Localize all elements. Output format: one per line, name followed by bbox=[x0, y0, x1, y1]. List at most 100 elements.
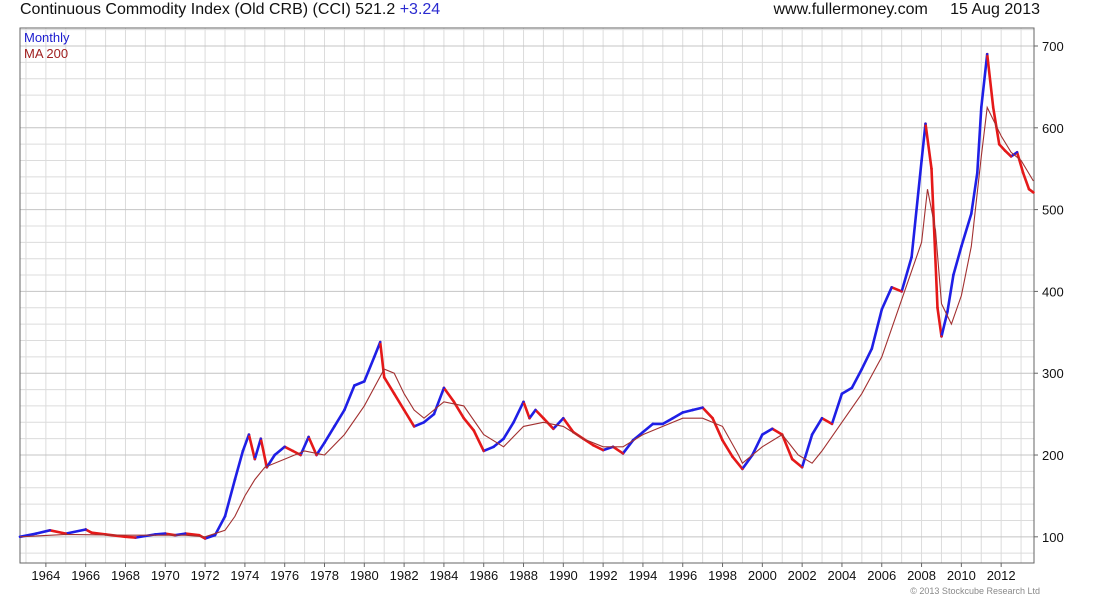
monthly-point bbox=[830, 422, 834, 426]
monthly-point bbox=[383, 376, 386, 379]
x-tick-label: 1982 bbox=[390, 568, 419, 583]
copyright: © 2013 Stockcube Research Ltd bbox=[910, 586, 1040, 596]
x-tick-label: 2012 bbox=[987, 568, 1016, 583]
monthly-segment bbox=[462, 416, 476, 432]
monthly-point bbox=[900, 290, 903, 293]
monthly-segment bbox=[402, 408, 416, 428]
monthly-segment bbox=[751, 433, 764, 457]
monthly-point bbox=[960, 245, 963, 248]
x-tick-label: 1992 bbox=[589, 568, 618, 583]
monthly-point bbox=[291, 449, 294, 453]
x-tick-label: 1978 bbox=[310, 568, 339, 583]
monthly-point bbox=[502, 437, 505, 440]
x-tick-label: 1994 bbox=[628, 568, 657, 583]
monthly-point bbox=[84, 528, 87, 531]
monthly-segment bbox=[392, 392, 406, 412]
monthly-point bbox=[860, 367, 863, 371]
monthly-segment bbox=[952, 245, 963, 277]
monthly-point bbox=[952, 273, 955, 277]
monthly-segment bbox=[253, 437, 263, 461]
monthly-point bbox=[307, 435, 310, 439]
monthly-segment bbox=[924, 122, 933, 170]
x-tick-label: 2010 bbox=[947, 568, 976, 583]
monthly-segment bbox=[760, 427, 774, 436]
y-tick-label: 600 bbox=[1042, 121, 1064, 136]
x-tick-label: 1974 bbox=[230, 568, 259, 583]
y-tick-label: 700 bbox=[1042, 39, 1064, 54]
monthly-point bbox=[273, 453, 276, 457]
monthly-point bbox=[800, 466, 804, 469]
monthly-point bbox=[323, 441, 326, 444]
monthly-point bbox=[641, 430, 645, 434]
monthly-point bbox=[850, 386, 854, 390]
monthly-point bbox=[343, 408, 346, 412]
monthly-point bbox=[840, 392, 844, 395]
monthly-segment bbox=[920, 122, 927, 162]
monthly-point bbox=[134, 536, 137, 539]
x-tick-label: 1966 bbox=[71, 568, 100, 583]
monthly-point bbox=[299, 453, 302, 457]
monthly-segment bbox=[432, 386, 446, 416]
monthly-point bbox=[791, 457, 794, 461]
x-tick-label: 1980 bbox=[350, 568, 379, 583]
monthly-segment bbox=[502, 420, 515, 441]
monthly-point bbox=[223, 515, 227, 518]
x-tick-label: 1976 bbox=[270, 568, 299, 583]
monthly-point bbox=[241, 449, 245, 453]
monthly-point bbox=[542, 417, 545, 420]
monthly-point bbox=[253, 457, 256, 461]
monthly-point bbox=[870, 347, 873, 350]
monthly-point bbox=[379, 340, 382, 344]
monthly-point bbox=[681, 411, 684, 414]
monthly-point bbox=[940, 335, 943, 338]
monthly-point bbox=[315, 453, 318, 457]
monthly-segment bbox=[223, 478, 237, 518]
monthly-segment bbox=[810, 416, 824, 436]
monthly-segment bbox=[241, 433, 251, 453]
monthly-point bbox=[592, 444, 595, 447]
x-tick-label: 2000 bbox=[748, 568, 777, 583]
monthly-segment bbox=[512, 400, 525, 424]
x-tick-label: 1988 bbox=[509, 568, 538, 583]
monthly-segment bbox=[870, 308, 884, 351]
monthly-point bbox=[363, 380, 366, 383]
monthly-point bbox=[992, 106, 995, 109]
monthly-point bbox=[402, 408, 406, 412]
monthly-point bbox=[528, 417, 531, 420]
monthly-segment bbox=[34, 528, 52, 535]
monthly-point bbox=[452, 400, 456, 403]
monthly-segment bbox=[960, 212, 973, 248]
monthly-segment bbox=[154, 532, 167, 536]
x-tick-label: 1968 bbox=[111, 568, 140, 583]
monthly-point bbox=[741, 467, 744, 471]
monthly-point bbox=[534, 408, 537, 412]
monthly-point bbox=[880, 308, 883, 311]
legend-ma200: MA 200 bbox=[24, 46, 69, 61]
monthly-point bbox=[48, 529, 52, 532]
monthly-point bbox=[651, 422, 655, 426]
monthly-segment bbox=[790, 457, 804, 469]
monthly-segment bbox=[820, 416, 834, 426]
monthly-point bbox=[924, 122, 927, 125]
y-tick-label: 300 bbox=[1042, 366, 1064, 381]
x-axis: 1964 1966 1968 1970 1972 1974 1976 1978 1980 1982… bbox=[31, 563, 1016, 583]
monthly-point bbox=[552, 427, 555, 430]
monthly-segment bbox=[621, 438, 635, 455]
monthly-point bbox=[412, 425, 416, 428]
monthly-point bbox=[761, 433, 764, 436]
monthly-segment bbox=[691, 406, 704, 412]
monthly-segment bbox=[333, 408, 346, 428]
y-tick-label: 200 bbox=[1042, 448, 1064, 463]
monthly-segment bbox=[936, 306, 943, 338]
monthly-point bbox=[970, 212, 973, 215]
monthly-segment bbox=[124, 535, 137, 539]
monthly-point bbox=[920, 159, 923, 162]
monthly-segment bbox=[90, 531, 107, 536]
monthly-point bbox=[671, 417, 674, 420]
monthly-segment bbox=[880, 285, 894, 311]
monthly-segment bbox=[362, 355, 376, 383]
monthly-segment bbox=[890, 285, 904, 293]
monthly-segment bbox=[946, 273, 955, 314]
monthly-point bbox=[90, 531, 93, 534]
monthly-point bbox=[998, 143, 1001, 146]
